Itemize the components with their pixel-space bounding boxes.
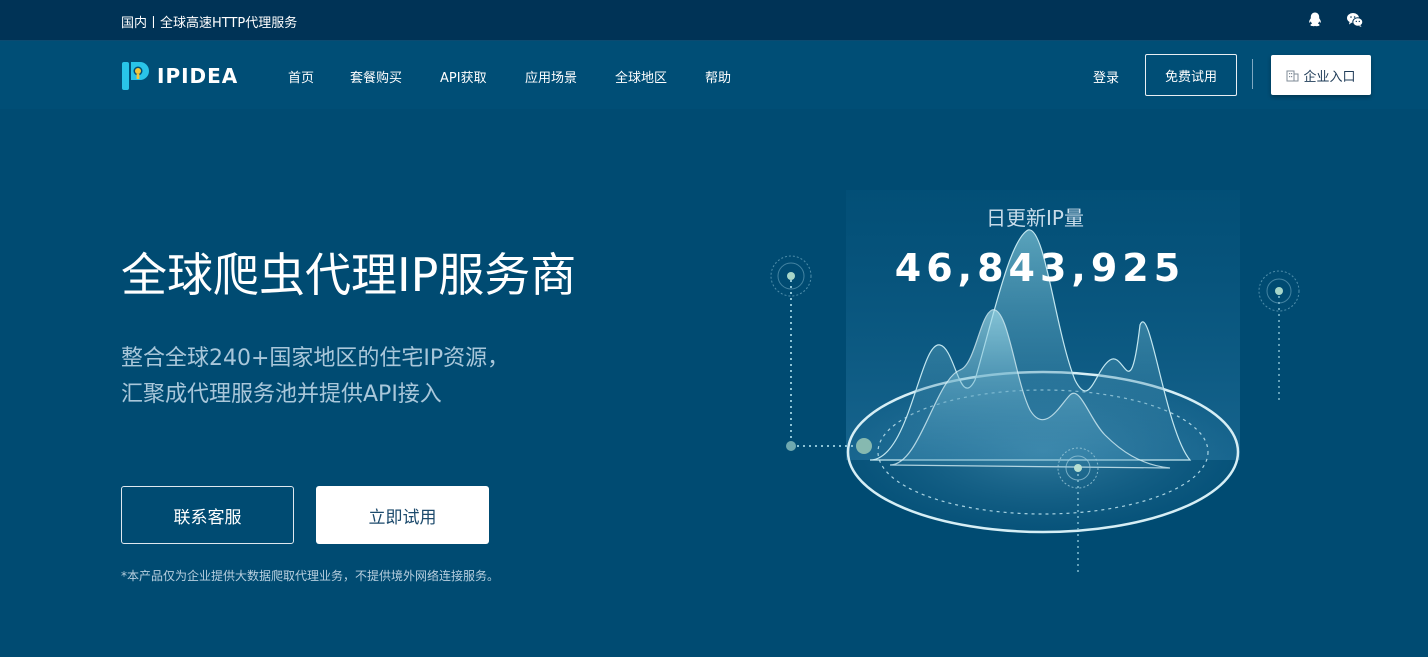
logo-text: IPIDEA [157, 64, 239, 88]
main-nav: IPIDEA 首页 套餐购买 API获取 应用场景 全球地区 帮助 登录 免费试… [0, 41, 1428, 109]
daily-ip-label: 日更新IP量 [986, 206, 1084, 230]
qq-icon[interactable] [1306, 11, 1324, 29]
nav-item-packages[interactable]: 套餐购买 [350, 67, 402, 86]
left-node [787, 272, 795, 280]
login-link[interactable]: 登录 [1093, 67, 1119, 86]
right-node [1275, 287, 1283, 295]
top-bar: 国内丨全球高速HTTP代理服务 [0, 0, 1428, 41]
contact-support-label: 联系客服 [173, 507, 242, 528]
free-trial-label: 免费试用 [1164, 69, 1217, 85]
hero-title: 全球爬虫代理IP服务商 [121, 248, 577, 302]
region-tagline[interactable]: 国内丨全球高速HTTP代理服务 [121, 12, 297, 31]
enterprise-entry-button[interactable]: 企业入口 [1271, 55, 1371, 95]
nav-item-scenarios[interactable]: 应用场景 [525, 67, 577, 86]
disclaimer: *本产品仅为企业提供大数据爬取代理业务，不提供境外网络连接服务。 [121, 569, 500, 583]
hero-subtitle-line2: 汇聚成代理服务池并提供API接入 [121, 382, 442, 407]
logo[interactable]: IPIDEA [121, 60, 238, 92]
bottom-node [1074, 464, 1082, 472]
nav-item-api[interactable]: API获取 [440, 67, 487, 86]
nav-item-regions[interactable]: 全球地区 [615, 67, 667, 86]
free-trial-button[interactable]: 免费试用 [1145, 54, 1237, 96]
daily-ip-count: 46,843,925 [894, 246, 1186, 290]
hero-subtitle-line1: 整合全球240+国家地区的住宅IP资源， [121, 346, 510, 371]
try-now-label: 立即试用 [368, 507, 437, 528]
ipidea-logo-icon [122, 62, 149, 90]
building-icon [1286, 70, 1299, 81]
wechat-icon[interactable] [1346, 11, 1364, 29]
enterprise-entry-label: 企业入口 [1303, 69, 1356, 85]
contact-support-button[interactable]: 联系客服 [121, 486, 294, 544]
nav-item-help[interactable]: 帮助 [705, 67, 731, 86]
try-now-button[interactable]: 立即试用 [316, 486, 489, 544]
nav-item-home[interactable]: 首页 [288, 67, 314, 86]
ip-visualization [770, 190, 1300, 575]
nav-divider [1252, 59, 1253, 89]
